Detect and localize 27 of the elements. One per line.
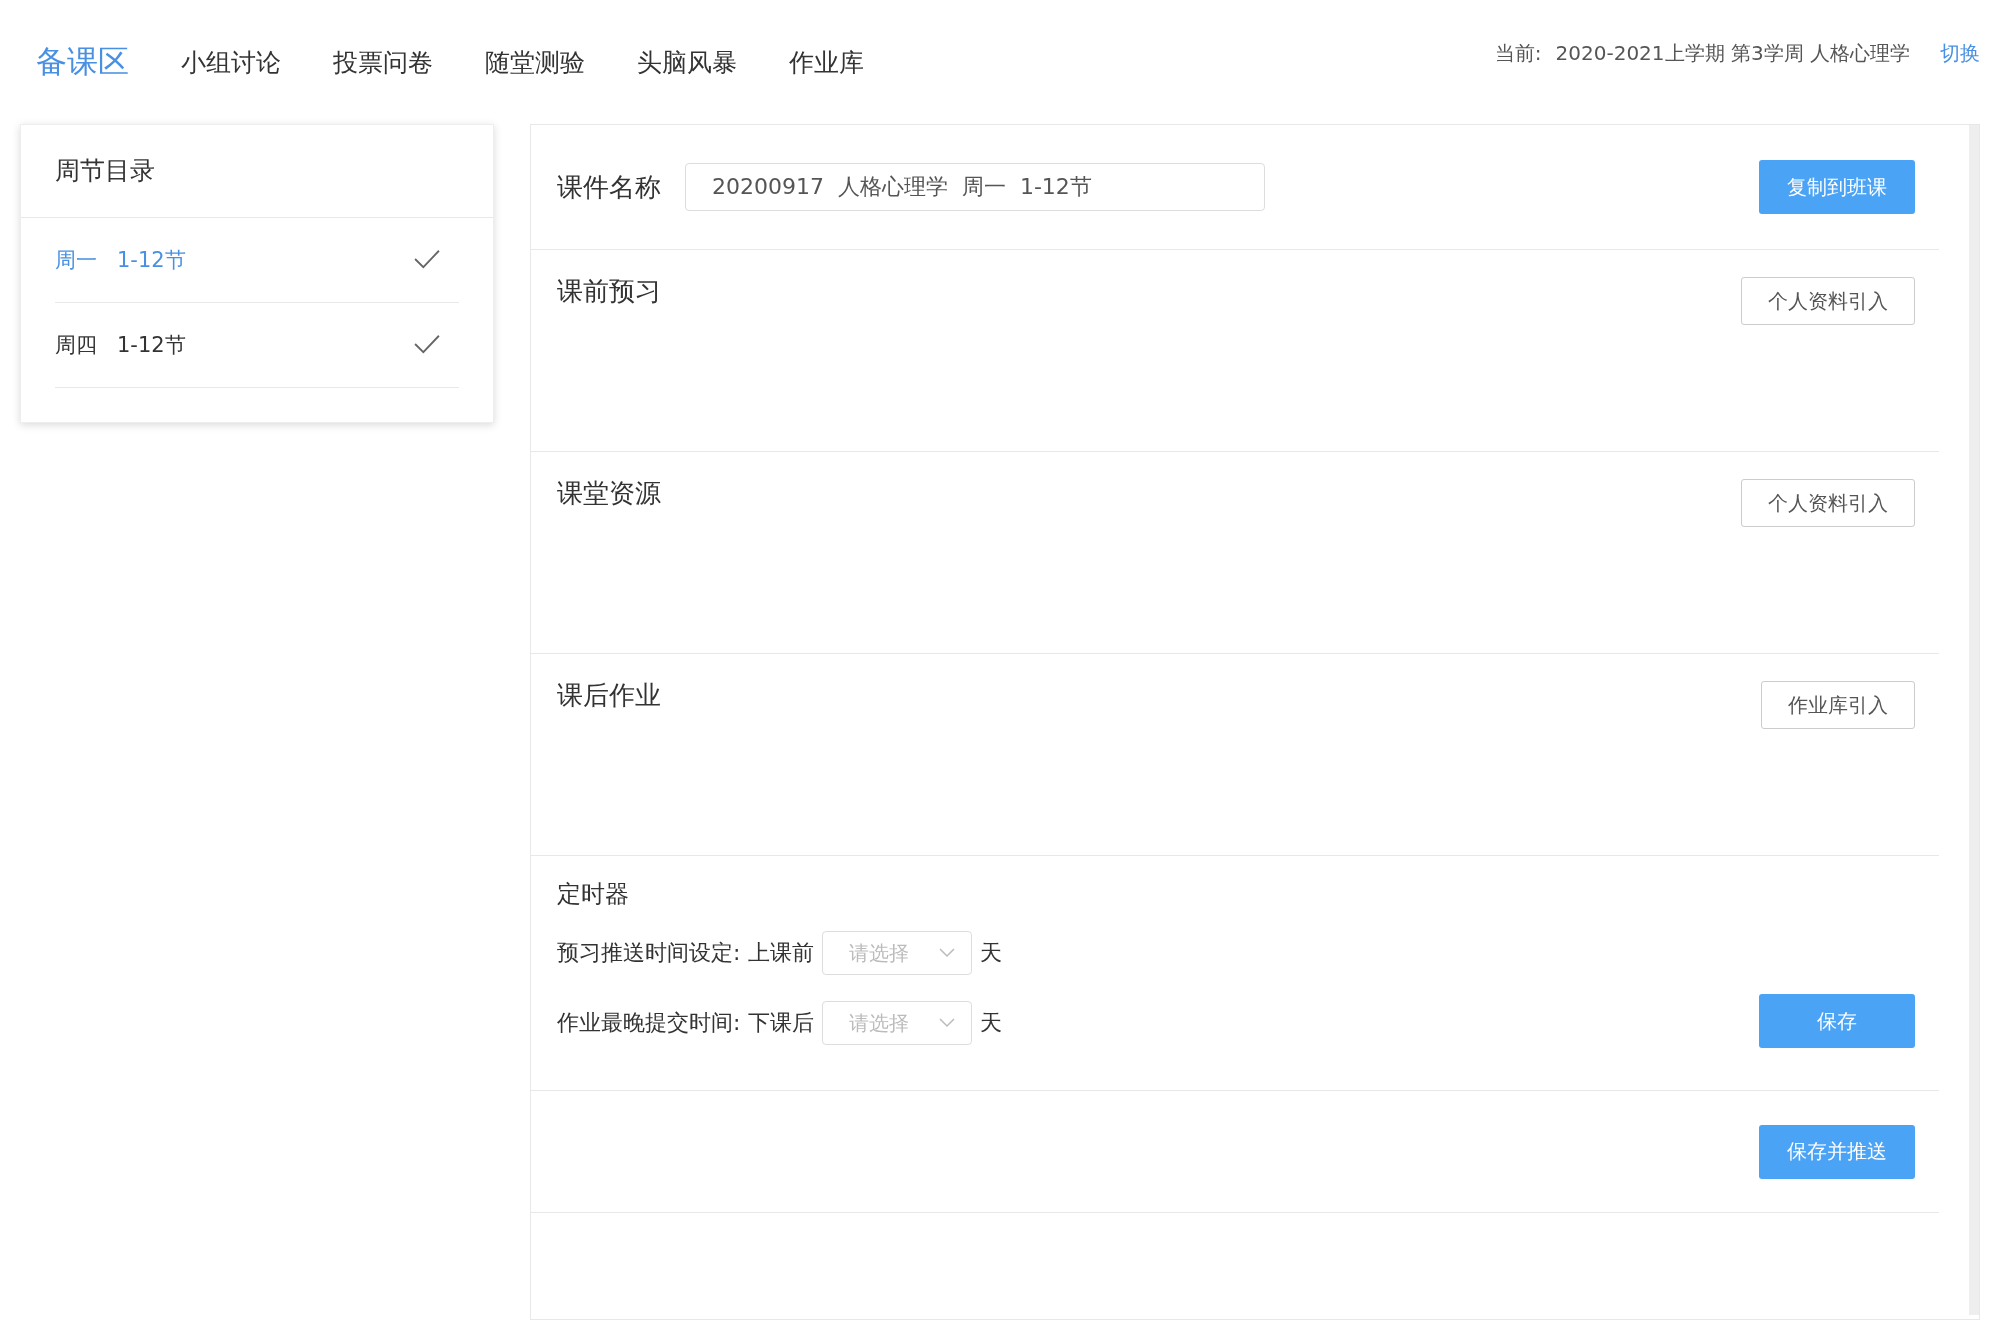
- unit-label: 天: [980, 939, 1003, 967]
- timer-label: 预习推送时间设定:: [557, 939, 741, 967]
- timer-prefix: 下课后: [748, 1009, 815, 1037]
- import-button[interactable]: 个人资料引入: [1741, 479, 1915, 527]
- current-term-text: 2020-2021上学期 第3学周 人格心理学: [1555, 40, 1910, 67]
- timer-title: 定时器: [557, 879, 630, 910]
- current-label: 当前:: [1494, 40, 1542, 67]
- nav-tab[interactable]: 作业库: [773, 45, 880, 79]
- timer-prefix: 上课前: [748, 939, 815, 967]
- nav-tab[interactable]: 随堂测验: [469, 45, 601, 79]
- sidebar-title: 周节目录: [21, 125, 493, 218]
- unit-label: 天: [980, 1009, 1003, 1037]
- section-title: 课后作业: [557, 679, 661, 712]
- chevron-down-icon: [939, 1018, 956, 1028]
- week-list-item[interactable]: 周四 1-12节: [55, 303, 459, 388]
- week-list-item[interactable]: 周一 1-12节: [55, 218, 459, 303]
- section-title: 课堂资源: [557, 477, 661, 510]
- section-title: 课前预习: [557, 275, 661, 308]
- chevron-down-icon: [939, 948, 956, 958]
- nav-tab[interactable]: 头脑风暴: [621, 45, 753, 79]
- import-button[interactable]: 作业库引入: [1761, 681, 1915, 729]
- timer-label: 作业最晚提交时间:: [557, 1009, 741, 1037]
- courseware-name-field[interactable]: 20200917 人格心理学 周一 1-12节: [685, 163, 1265, 211]
- nav-tab[interactable]: 投票问卷: [317, 45, 449, 79]
- import-button[interactable]: 个人资料引入: [1741, 277, 1915, 325]
- courseware-name-label: 课件名称: [557, 170, 661, 204]
- nav-tab[interactable]: 小组讨论: [165, 45, 297, 79]
